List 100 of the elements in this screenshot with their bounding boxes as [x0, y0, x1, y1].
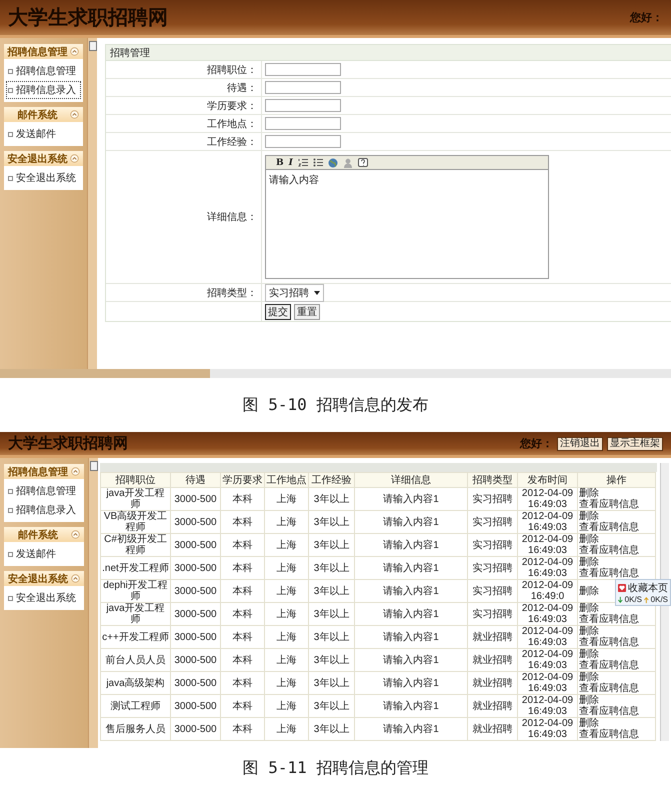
table-cell: 请输入内容1: [354, 602, 468, 626]
sidebar-item[interactable]: 招聘信息管理: [6, 62, 81, 80]
table-cell: 本科: [220, 580, 264, 602]
action-link[interactable]: 删除: [579, 695, 599, 706]
action-link[interactable]: 删除: [579, 718, 599, 729]
format-button[interactable]: B: [276, 158, 284, 168]
action-link[interactable]: 查看应聘信息: [579, 568, 639, 579]
globe-icon[interactable]: [328, 158, 338, 168]
action-link[interactable]: 查看应聘信息: [579, 637, 639, 648]
table-cell: 本科: [220, 694, 264, 718]
table-cell: 本科: [220, 602, 264, 626]
action-link[interactable]: 删除: [579, 603, 599, 614]
editor-text: 请输入内容: [268, 174, 320, 188]
table-cell: 3年以上: [308, 556, 354, 580]
table-cell: 3000-500: [170, 648, 220, 672]
action-link[interactable]: 查看应聘信息: [579, 499, 639, 510]
table-cell: C#初级开发工程师: [100, 534, 170, 556]
sidebar-group-header[interactable]: 邮件系统: [4, 527, 84, 542]
action-link[interactable]: 删除: [579, 511, 599, 522]
download-speed: 0K/S: [624, 595, 642, 604]
column-header: 发布时间: [518, 472, 578, 488]
form-button[interactable]: 重置: [294, 304, 320, 320]
header-button[interactable]: 显示主框架: [607, 436, 663, 450]
table-cell: 请输入内容1: [354, 648, 468, 672]
sidebar-group-header[interactable]: 招聘信息管理: [4, 44, 83, 59]
scrollbar[interactable]: [0, 369, 671, 378]
form-button[interactable]: 提交: [265, 304, 291, 320]
bullet-list-icon[interactable]: [312, 158, 323, 167]
bookmark-text[interactable]: 收藏本页: [628, 581, 668, 595]
table-cell: 就业招聘: [468, 648, 518, 672]
sidebar-item[interactable]: 招聘信息录入: [6, 81, 81, 99]
table-cell: 2012-04-09 16:49:03: [518, 602, 578, 626]
action-link[interactable]: 查看应聘信息: [579, 729, 639, 740]
action-link[interactable]: 查看应聘信息: [579, 683, 639, 694]
sidebar-item[interactable]: 招聘信息录入: [6, 501, 82, 519]
table-cell: 实习招聘: [468, 534, 518, 556]
action-link[interactable]: 删除: [579, 488, 599, 499]
table-cell: 请输入内容1: [354, 580, 468, 602]
sidebar-group-header[interactable]: 安全退出系统: [4, 571, 84, 586]
rich-text-editor[interactable]: B I 请输入内容: [265, 155, 549, 279]
splitter-handle[interactable]: [87, 38, 97, 369]
table-cell: 3年以上: [308, 694, 354, 718]
numbered-list-icon[interactable]: [298, 158, 308, 167]
table-cell: 本科: [220, 718, 264, 740]
action-link[interactable]: 删除: [579, 672, 599, 683]
format-button[interactable]: I: [288, 158, 293, 168]
table-cell: 前台人员人员: [100, 648, 170, 672]
table-cell: 售后服务人员: [100, 718, 170, 740]
table-cell: 3000-500: [170, 488, 220, 510]
help-icon[interactable]: [358, 158, 368, 168]
collapse-button[interactable]: [90, 461, 98, 471]
bullet-icon: [8, 68, 13, 74]
header-button[interactable]: 注销退出: [557, 436, 603, 450]
table-cell: 就业招聘: [468, 626, 518, 648]
input-field[interactable]: [265, 81, 341, 94]
action-link[interactable]: 查看应聘信息: [579, 545, 639, 556]
bullet-icon: [8, 176, 13, 180]
table-cell: 3000-500: [170, 580, 220, 602]
table-cell: 3000-500: [170, 672, 220, 694]
action-link[interactable]: 删除: [579, 649, 599, 660]
table-cell: 就业招聘: [468, 694, 518, 718]
select-dropdown[interactable]: 实习招聘: [265, 284, 324, 302]
table-cell: 实习招聘: [468, 510, 518, 534]
input-field[interactable]: [265, 117, 341, 130]
table-cell: 2012-04-09 16:49:03: [518, 718, 578, 740]
collapse-icon: [71, 467, 80, 476]
table-cell: 3000-500: [170, 556, 220, 580]
action-link[interactable]: 删除: [579, 626, 599, 637]
action-link[interactable]: 删除: [579, 557, 599, 568]
bullet-icon: [8, 132, 13, 136]
sidebar-item[interactable]: 招聘信息管理: [6, 482, 82, 500]
table-cell: 实习招聘: [468, 602, 518, 626]
user-icon[interactable]: [342, 158, 353, 168]
collapse-icon: [71, 530, 80, 539]
field-label: 招聘类型：: [207, 286, 257, 300]
splitter-handle[interactable]: [88, 458, 98, 748]
input-field[interactable]: [265, 135, 341, 148]
action-link[interactable]: 查看应聘信息: [579, 660, 639, 671]
action-link[interactable]: 查看应聘信息: [579, 706, 639, 717]
table-cell: 3年以上: [308, 626, 354, 648]
action-link[interactable]: 删除: [579, 534, 599, 545]
table-cell: 本科: [220, 534, 264, 556]
action-link[interactable]: 删除: [579, 586, 599, 596]
sidebar-group-header[interactable]: 招聘信息管理: [4, 464, 84, 479]
collapse-icon: [70, 47, 79, 56]
sidebar-group-header[interactable]: 安全退出系统: [4, 151, 83, 166]
table-cell: 请输入内容1: [354, 626, 468, 648]
sidebar-group-header[interactable]: 邮件系统: [4, 107, 83, 122]
input-field[interactable]: [265, 99, 341, 112]
table-cell: 上海: [264, 510, 308, 534]
field-label: 待遇：: [227, 82, 257, 94]
table-cell: 本科: [220, 556, 264, 580]
input-field[interactable]: [265, 63, 341, 76]
collapse-button[interactable]: [89, 41, 97, 51]
action-link[interactable]: 查看应聘信息: [579, 522, 639, 533]
table-cell: 实习招聘: [468, 580, 518, 602]
heart-icon[interactable]: [618, 583, 626, 593]
table-cell: 3年以上: [308, 672, 354, 694]
action-link[interactable]: 查看应聘信息: [579, 614, 639, 625]
table-cell: 2012-04-09 16:49:03: [518, 556, 578, 580]
